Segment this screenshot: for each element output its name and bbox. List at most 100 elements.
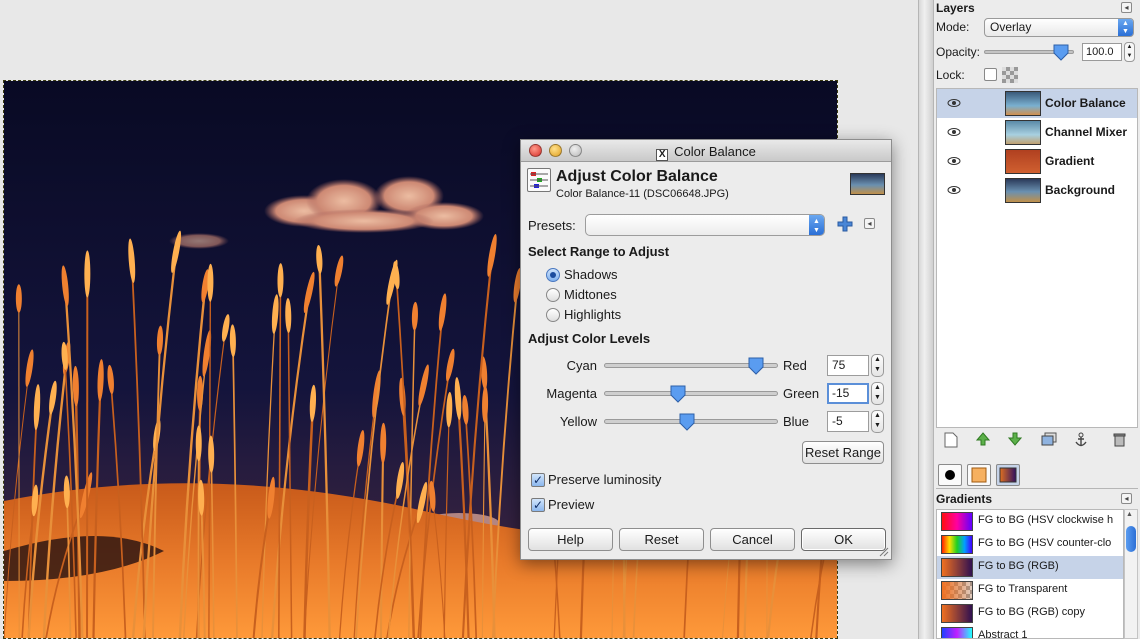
magenta-green-spinner[interactable]: ▲ ▼ [871,382,884,405]
resize-grip-icon[interactable] [878,546,889,557]
layer-thumbnail [1005,149,1041,174]
range-section-title: Select Range to Adjust [528,244,670,259]
magenta-green-slider[interactable] [604,391,778,396]
gradient-item[interactable]: Abstract 1 [937,625,1123,639]
dialog-heading: Adjust Color Balance [556,168,718,185]
gradient-swatch [941,535,973,554]
gradient-name: FG to Transparent [978,583,1068,595]
reset-button[interactable]: Reset [619,528,704,551]
ok-button[interactable]: OK [801,528,886,551]
layers-panel-title: Layers [936,1,975,15]
lock-label: Lock: [936,68,965,82]
radio-midtones[interactable] [546,288,560,302]
gradient-item[interactable]: FG to BG (RGB) copy [937,602,1123,625]
layer-row[interactable]: Color Balance [937,89,1137,118]
anchor-layer-icon[interactable] [1072,432,1090,450]
preview-checkbox[interactable]: ✓ [531,498,545,512]
opacity-spinner[interactable]: ▲ ▼ [1124,42,1135,62]
level-left-label-magenta: Magenta [546,386,597,401]
brushes-tab-icon[interactable] [938,464,962,486]
help-button[interactable]: Help [528,528,613,551]
dialog-title-text: Color Balance [674,144,756,159]
gradient-swatch [941,581,973,600]
gradient-item[interactable]: FG to Transparent [937,579,1123,602]
lower-layer-icon[interactable] [1006,432,1024,450]
right-dock: Layers ◂ Mode: Overlay ▲ ▼ Opacity: 100.0… [934,0,1140,639]
layer-row[interactable]: Background [937,176,1137,205]
layers-panel-menu-icon[interactable]: ◂ [1121,2,1132,13]
presets-combo[interactable]: ▲ ▼ [585,214,825,236]
preserve-luminosity-label: Preserve luminosity [548,472,662,487]
scroll-up-icon[interactable]: ▲ [1126,511,1133,518]
yellow-blue-value-input[interactable]: -5 [827,411,869,432]
opacity-slider-thumb[interactable] [1052,43,1070,61]
opacity-value-input[interactable]: 100.0 [1082,43,1122,61]
select-arrows-icon: ▲ ▼ [1118,19,1133,36]
radio-shadows[interactable] [546,268,560,282]
gradients-list[interactable]: FG to BG (HSV clockwise h FG to BG (HSV … [936,509,1124,639]
cancel-button[interactable]: Cancel [710,528,795,551]
layer-row[interactable]: Channel Mixer [937,118,1137,147]
layer-row[interactable]: Gradient [937,147,1137,176]
gradient-item[interactable]: FG to BG (HSV clockwise h [937,510,1123,533]
x11-icon: X [656,149,669,161]
reset-range-button[interactable]: Reset Range [802,441,884,464]
patterns-tab-icon[interactable] [967,464,991,486]
cyan-red-value-input[interactable]: 75 [827,355,869,376]
add-preset-icon[interactable] [837,216,853,232]
yellow-blue-spinner[interactable]: ▲ ▼ [871,410,884,433]
radio-label-highlights: Highlights [564,307,622,322]
dock-separator[interactable] [918,0,934,639]
color-balance-dialog: X Color Balance Adjust Color Balance Colo… [520,139,892,560]
preserve-luminosity-checkbox[interactable]: ✓ [531,473,545,487]
layers-toolbar [936,428,1138,454]
lock-alpha-icon[interactable] [1002,67,1018,83]
dialog-title: X Color Balance [521,144,891,161]
visibility-eye-icon[interactable] [947,184,961,196]
visibility-eye-icon[interactable] [947,97,961,109]
gradient-name: FG to BG (RGB) copy [978,606,1085,618]
layers-list[interactable]: Color Balance Channel Mixer Gradient Bac… [936,88,1138,428]
gradient-item[interactable]: FG to BG (HSV counter-clo [937,533,1123,556]
dialog-titlebar[interactable]: X Color Balance [521,140,891,162]
cyan-red-spinner[interactable]: ▲ ▼ [871,354,884,377]
layer-name: Background [1045,183,1116,197]
gradient-swatch [941,627,973,638]
raise-layer-icon[interactable] [974,432,992,450]
gradients-scrollbar[interactable]: ▲ [1124,509,1138,639]
dialog-subheading: Color Balance-11 (DSC06648.JPG) [556,188,729,200]
new-layer-icon[interactable] [942,432,960,450]
gradient-name: FG to BG (HSV clockwise h [978,514,1114,526]
level-right-label-blue: Blue [783,414,810,429]
radio-label-shadows: Shadows [564,267,618,282]
scrollbar-thumb[interactable] [1126,526,1136,552]
layer-thumbnail [1005,91,1041,116]
layer-name: Gradient [1045,154,1095,168]
gradients-panel-menu-icon[interactable]: ◂ [1121,493,1132,504]
level-left-label-yellow: Yellow [559,414,597,429]
gradient-item[interactable]: FG to BG (RGB) [937,556,1123,579]
level-left-label-cyan: Cyan [566,358,597,373]
gradient-name: Abstract 1 [978,629,1028,639]
magenta-green-slider-thumb[interactable] [669,384,687,404]
lock-pixels-checkbox[interactable] [984,68,997,81]
visibility-eye-icon[interactable] [947,126,961,138]
gradient-name: FG to BG (HSV counter-clo [978,537,1112,549]
presets-menu-icon[interactable]: ◂ [864,218,875,229]
gradient-name: FG to BG (RGB) [978,560,1059,572]
magenta-green-value-input[interactable]: -15 [827,383,869,404]
duplicate-layer-icon[interactable] [1040,432,1058,450]
gradients-tab-icon[interactable] [996,464,1020,486]
radio-highlights[interactable] [546,308,560,322]
yellow-blue-slider-thumb[interactable] [678,412,696,432]
layer-thumbnail [1005,178,1041,203]
color-balance-icon [527,168,551,192]
delete-layer-icon[interactable] [1110,432,1128,450]
visibility-eye-icon[interactable] [947,155,961,167]
radio-label-midtones: Midtones [564,287,617,302]
layer-name: Channel Mixer [1045,125,1128,139]
gradient-swatch [941,604,973,623]
cyan-red-slider-thumb[interactable] [747,356,765,376]
preview-label: Preview [548,497,595,512]
mode-select[interactable]: Overlay ▲ ▼ [984,18,1134,37]
